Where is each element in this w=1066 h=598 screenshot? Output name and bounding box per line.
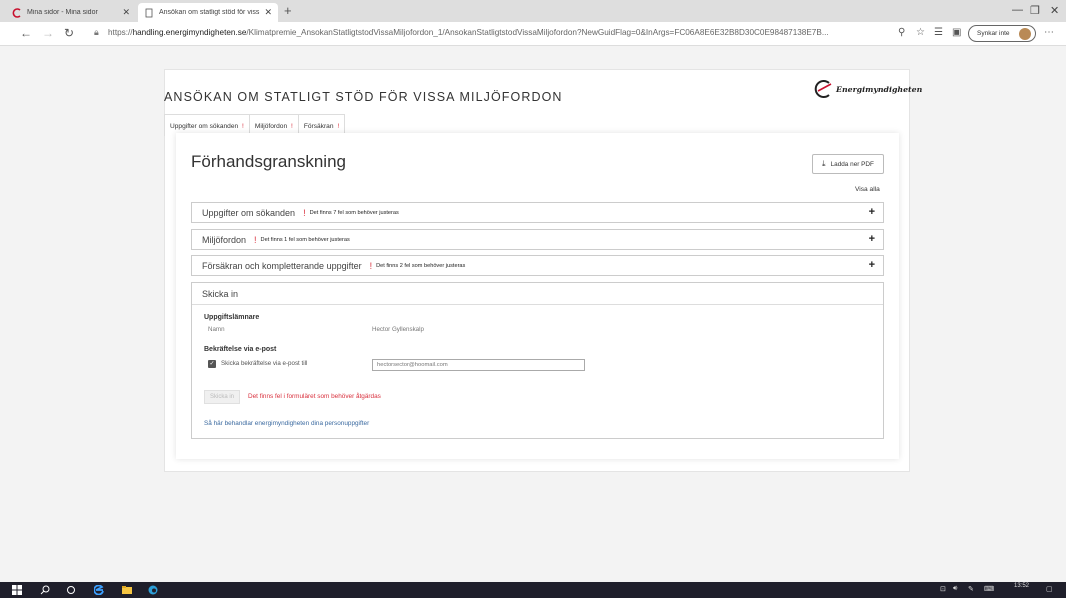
address-bar: ← → ↻ 🔒︎ https://handling.energimyndighe… [0, 22, 1066, 46]
refresh-icon[interactable]: ↻ [64, 26, 74, 40]
minimize-icon[interactable]: — [1012, 4, 1023, 16]
url-path: /Klimatpremie_AnsokanStatligtstodVissaMi… [246, 28, 829, 37]
error-mark-icon: ! [242, 123, 244, 130]
logo-text: Energimyndigheten [836, 84, 923, 94]
section-title: Uppgifter om sökanden [202, 207, 296, 218]
volume-icon[interactable]: 🔊︎ [953, 585, 957, 593]
expand-plus-icon[interactable]: + [869, 233, 875, 245]
section-uppgifter-om-sokanden[interactable]: Uppgifter om sökanden ! Det finns 7 fel … [191, 202, 884, 223]
url-protocol: https:// [108, 28, 133, 37]
confirm-heading: Bekräftelse via e-post [204, 346, 277, 353]
expand-plus-icon[interactable]: + [869, 259, 875, 271]
show-all-link[interactable]: Visa alla [855, 186, 880, 193]
lock-icon: 🔒︎ [94, 27, 99, 37]
divider [192, 304, 883, 305]
section-title: Miljöfordon [202, 234, 247, 245]
error-mark-icon: ! [303, 207, 306, 218]
browser-tab-label: Mina sidor - Mina sidor [27, 9, 98, 16]
section-title: Försäkran och kompletterande uppgifter [202, 260, 362, 271]
windows-start-icon[interactable] [12, 585, 22, 595]
close-window-icon[interactable]: ✕ [1050, 4, 1059, 17]
email-confirm-checkbox[interactable]: ✓ [208, 360, 216, 368]
section-miljofordon[interactable]: Miljöfordon ! Det finns 1 fel som behöve… [191, 229, 884, 250]
url-field[interactable]: https://handling.energimyndigheten.se/Kl… [108, 28, 892, 37]
email-confirm-label: Skicka bekräftelse via e-post till [221, 360, 308, 367]
download-pdf-button[interactable]: ⤓ Ladda ner PDF [812, 154, 884, 174]
submit-heading: Skicka in [202, 289, 239, 299]
privacy-link[interactable]: Så här behandlar energimyndigheten dina … [204, 420, 369, 427]
keyboard-icon[interactable]: ⌨ [984, 585, 994, 593]
pen-icon[interactable]: ✎ [968, 585, 974, 593]
browser-tab-strip: Mina sidor - Mina sidor ✕ Ansökan om sta… [0, 0, 1066, 22]
avatar [1019, 28, 1031, 40]
edge-icon[interactable] [148, 585, 158, 595]
clock[interactable]: 13:52 [1014, 583, 1029, 589]
sync-label: Synkar inte [977, 30, 1010, 37]
tab-label: Miljöfordon [254, 123, 288, 130]
tab-label: Försäkran [303, 123, 334, 130]
error-mark-icon: ! [254, 234, 257, 245]
name-label: Namn [208, 326, 225, 333]
energimyndigheten-favicon [12, 7, 21, 18]
form-error-message: Det finns fel i formuläret som behöver å… [248, 393, 381, 400]
error-mark-icon: ! [290, 123, 293, 130]
submit-section: Skicka in Uppgiftslämnare Namn Hector Gy… [191, 282, 884, 439]
collections-icon[interactable]: ▣ [952, 27, 961, 38]
submit-button[interactable]: Skicka in [204, 390, 240, 404]
browser-tab-ansokan[interactable]: Ansökan om statligt stöd för viss ✕ [138, 3, 278, 22]
close-tab-icon[interactable]: ✕ [122, 7, 130, 18]
browser-tab-label: Ansökan om statligt stöd för viss [159, 9, 260, 16]
url-host: handling.energimyndigheten.se [132, 28, 247, 37]
task-view-icon[interactable] [66, 585, 76, 595]
notifications-icon[interactable]: ▢ [1046, 585, 1053, 593]
favorite-star-icon[interactable]: ☆ [916, 27, 925, 38]
tab-label: Uppgifter om sökanden [170, 123, 239, 130]
preview-title: Förhandsgranskning [191, 152, 346, 171]
section-error-message: Det finns 7 fel som behöver justeras [309, 209, 399, 216]
name-value: Hector Gyllenskalp [372, 326, 424, 333]
download-icon: ⤓ [822, 159, 826, 168]
close-tab-icon[interactable]: ✕ [264, 7, 272, 18]
search-icon[interactable] [40, 585, 50, 595]
restore-icon[interactable]: ❐ [1030, 4, 1040, 17]
error-mark-icon: ! [337, 123, 340, 130]
logo-mark-icon [814, 80, 832, 98]
energimyndigheten-logo[interactable]: Energimyndigheten [812, 78, 922, 100]
edge-legacy-icon[interactable] [94, 585, 104, 595]
page-icon [145, 8, 153, 17]
favorites-list-icon[interactable]: ☰ [934, 27, 943, 38]
email-field[interactable] [372, 359, 585, 371]
page-heading: ANSÖKAN OM STATLIGT STÖD FÖR VISSA MILJÖ… [164, 90, 563, 104]
expand-plus-icon[interactable]: + [869, 206, 875, 218]
error-mark-icon: ! [369, 260, 373, 271]
section-forsakran[interactable]: Försäkran och kompletterande uppgifter !… [191, 255, 884, 276]
new-tab-icon[interactable]: + [284, 3, 292, 18]
windows-taskbar: ⊡ 🔊︎ ✎ ⌨ 13:52 ▢ [0, 582, 1066, 598]
sync-status-button[interactable]: Synkar inte [968, 25, 1036, 42]
forward-icon[interactable]: → [42, 26, 54, 40]
more-options-icon[interactable]: ⋯ [1044, 27, 1054, 38]
provider-heading: Uppgiftslämnare [204, 314, 260, 321]
browser-tab-mina-sidor[interactable]: Mina sidor - Mina sidor ✕ [6, 3, 136, 22]
zoom-icon[interactable]: ⚲ [898, 27, 905, 38]
section-error-message: Det finns 2 fel som behöver justeras [376, 262, 466, 269]
file-explorer-icon[interactable] [122, 585, 132, 595]
download-pdf-label: Ladda ner PDF [830, 160, 874, 168]
network-icon[interactable]: ⊡ [940, 585, 946, 593]
back-icon[interactable]: ← [20, 26, 32, 40]
section-error-message: Det finns 1 fel som behöver justeras [260, 236, 350, 243]
